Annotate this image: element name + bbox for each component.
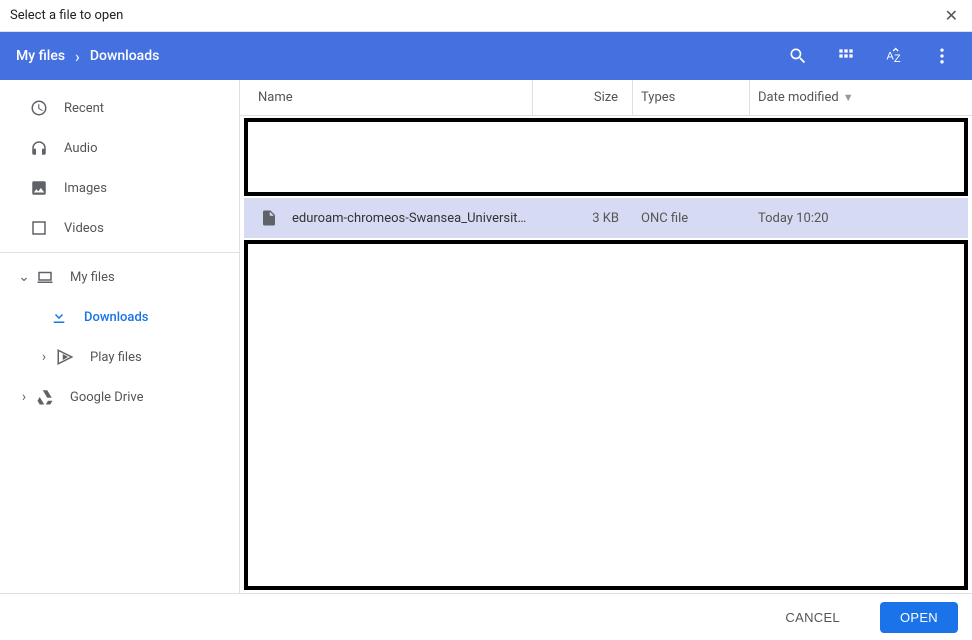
video-icon (30, 219, 48, 237)
sort-az-icon[interactable]: AZ (884, 46, 904, 66)
chevron-right-icon[interactable]: › (16, 389, 32, 405)
sidebar-item-myfiles[interactable]: ⌄ My files (0, 257, 239, 297)
sort-desc-icon: ▼ (843, 91, 854, 104)
sidebar-item-label: My files (70, 270, 115, 285)
toolbar-actions: AZ (788, 46, 956, 66)
sidebar-item-recent[interactable]: Recent (0, 88, 239, 128)
chevron-right-icon: › (75, 47, 80, 66)
redacted-region (244, 240, 968, 590)
chevron-right-icon[interactable]: › (36, 349, 52, 365)
clock-icon (30, 99, 48, 117)
file-date: Today 10:20 (750, 211, 968, 226)
file-list: Name Size Types Date modified▼ eduroam-c… (240, 80, 972, 593)
sidebar-item-label: Audio (64, 141, 97, 156)
svg-text:Z: Z (894, 53, 901, 65)
column-type[interactable]: Types (633, 80, 750, 115)
sidebar-item-audio[interactable]: Audio (0, 128, 239, 168)
laptop-icon (36, 268, 54, 286)
file-name-cell: eduroam-chromeos-Swansea_Universit… (244, 209, 533, 227)
breadcrumb-current[interactable]: Downloads (90, 48, 159, 64)
file-area: eduroam-chromeos-Swansea_Universit… 3 KB… (240, 116, 972, 593)
column-date[interactable]: Date modified▼ (750, 80, 972, 115)
image-icon (30, 179, 48, 197)
column-name[interactable]: Name (240, 80, 533, 115)
sidebar-item-playfiles[interactable]: › Play files (0, 337, 239, 377)
chevron-down-icon[interactable]: ⌄ (16, 269, 32, 285)
sidebar-item-label: Videos (64, 221, 104, 236)
file-type: ONC file (633, 211, 750, 226)
file-name: eduroam-chromeos-Swansea_Universit… (292, 211, 526, 226)
window-title: Select a file to open (10, 8, 941, 23)
dialog-footer: CANCEL OPEN (0, 593, 972, 640)
file-size: 3 KB (533, 211, 633, 226)
more-icon[interactable] (932, 46, 952, 66)
drive-icon (36, 388, 54, 406)
sidebar-item-videos[interactable]: Videos (0, 208, 239, 248)
search-icon[interactable] (788, 46, 808, 66)
sidebar-item-label: Downloads (84, 310, 148, 325)
file-icon (260, 209, 278, 227)
title-bar: Select a file to open ✕ (0, 0, 972, 32)
toolbar: My files › Downloads AZ (0, 32, 972, 80)
sidebar-item-downloads[interactable]: Downloads (0, 297, 239, 337)
sidebar-item-images[interactable]: Images (0, 168, 239, 208)
sidebar-item-label: Play files (90, 350, 142, 365)
breadcrumb: My files › Downloads (16, 47, 159, 66)
column-size[interactable]: Size (533, 80, 633, 115)
close-icon[interactable]: ✕ (941, 2, 962, 29)
cancel-button[interactable]: CANCEL (765, 602, 860, 633)
file-row[interactable]: eduroam-chromeos-Swansea_Universit… 3 KB… (244, 198, 968, 238)
sidebar-item-label: Recent (64, 101, 104, 116)
download-icon (50, 308, 68, 326)
redacted-region (244, 118, 968, 196)
column-headers: Name Size Types Date modified▼ (240, 80, 972, 116)
breadcrumb-root[interactable]: My files (16, 48, 65, 64)
sidebar-item-label: Images (64, 181, 107, 196)
play-icon (56, 348, 74, 366)
audio-icon (30, 139, 48, 157)
sidebar-item-label: Google Drive (70, 390, 143, 405)
sidebar: Recent Audio Images Videos ⌄ My files Do… (0, 80, 240, 593)
main: Recent Audio Images Videos ⌄ My files Do… (0, 80, 972, 593)
open-button[interactable]: OPEN (880, 602, 958, 633)
grid-view-icon[interactable] (836, 46, 856, 66)
sidebar-item-gdrive[interactable]: › Google Drive (0, 377, 239, 417)
